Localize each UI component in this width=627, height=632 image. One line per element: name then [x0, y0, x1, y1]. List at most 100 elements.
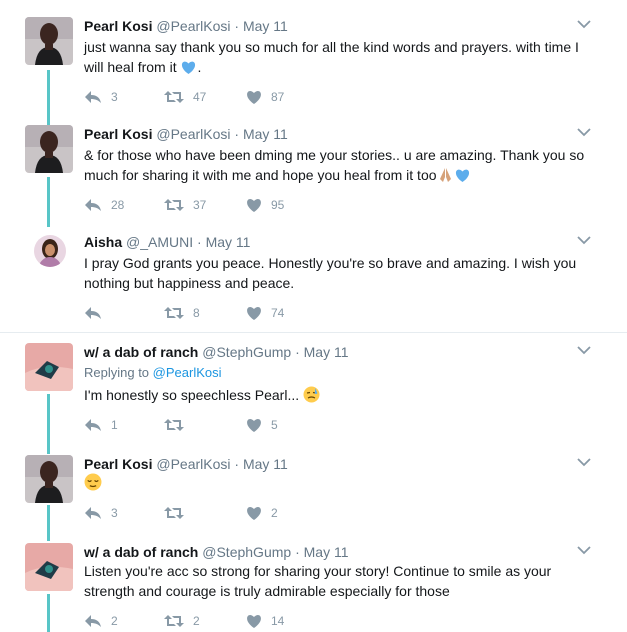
avatar[interactable]	[25, 455, 73, 503]
tweet[interactable]: w/ a dab of ranch @StephGump · May 11 Re…	[0, 343, 627, 443]
tweet-actions: 1 5	[84, 415, 384, 435]
retweet-button[interactable]	[164, 503, 193, 523]
retweet-button[interactable]: 2	[164, 611, 200, 631]
user-handle[interactable]: @StephGump	[202, 344, 291, 360]
user-handle[interactable]: @StephGump	[202, 544, 291, 560]
reply-button[interactable]: 2	[84, 611, 118, 631]
user-handle[interactable]: @PearlKosi	[156, 126, 230, 142]
tweet-header: Pearl Kosi @PearlKosi · May 11	[84, 18, 288, 34]
display-name[interactable]: Aisha	[84, 234, 122, 250]
tweet-text-content: I pray God grants you peace. Honestly yo…	[84, 255, 577, 291]
retweet-icon	[164, 507, 184, 519]
tweet[interactable]: w/ a dab of ranch @StephGump · May 11 Li…	[0, 543, 627, 632]
tweet[interactable]: Pearl Kosi @PearlKosi · May 11 & for tho…	[0, 125, 627, 225]
user-handle[interactable]: @_AMUNI	[126, 234, 193, 250]
avatar[interactable]	[34, 235, 66, 267]
tweet-text	[84, 473, 594, 493]
display-name[interactable]: Pearl Kosi	[84, 456, 152, 472]
heart-icon	[247, 91, 261, 104]
avatar[interactable]	[25, 543, 73, 591]
retweet-button[interactable]	[164, 415, 193, 435]
tweet[interactable]: Pearl Kosi @PearlKosi · May 11 3 2	[0, 455, 627, 535]
retweet-button[interactable]: 37	[164, 195, 206, 215]
retweet-count: 47	[193, 90, 207, 104]
reply-count: 28	[111, 198, 125, 212]
reply-button[interactable]: 3	[84, 87, 118, 107]
like-count: 95	[271, 198, 285, 212]
reply-icon	[85, 91, 101, 103]
like-button[interactable]: 74	[246, 303, 284, 323]
tweet-header: Pearl Kosi @PearlKosi · May 11	[84, 126, 288, 142]
like-button[interactable]: 5	[246, 415, 278, 435]
tweet-date[interactable]: May 11	[243, 126, 288, 142]
sad-relieved-face-icon	[303, 386, 320, 403]
reply-count: 3	[111, 506, 118, 520]
display-name[interactable]: w/ a dab of ranch	[84, 344, 198, 360]
praying-hands-icon	[439, 168, 451, 182]
tweet-date[interactable]: May 11	[304, 344, 349, 360]
chevron-down-icon[interactable]	[577, 457, 591, 467]
chevron-down-icon[interactable]	[577, 545, 591, 555]
user-handle[interactable]: @PearlKosi	[156, 18, 230, 34]
tweet-text: I pray God grants you peace. Honestly yo…	[84, 253, 594, 293]
chevron-down-icon[interactable]	[577, 345, 591, 355]
tweet-header: w/ a dab of ranch @StephGump · May 11	[84, 344, 349, 360]
retweet-button[interactable]: 8	[164, 303, 200, 323]
tweet-header: Pearl Kosi @PearlKosi · May 11	[84, 456, 288, 472]
reply-button[interactable]: 3	[84, 503, 118, 523]
heart-icon	[247, 419, 261, 432]
tweet-date[interactable]: May 11	[243, 18, 288, 34]
tweet[interactable]: Aisha @_AMUNI · May 11 I pray God grants…	[0, 233, 627, 328]
like-count: 5	[271, 418, 278, 432]
retweet-icon	[164, 91, 184, 103]
tweet-text-content: I'm honestly so speechless Pearl...	[84, 387, 300, 403]
reply-button[interactable]: 28	[84, 195, 124, 215]
separator-dot: ·	[295, 344, 300, 360]
reply-button[interactable]	[84, 303, 111, 323]
replying-to-link[interactable]: @PearlKosi	[153, 365, 222, 380]
tweet-text: & for those who have been dming me your …	[84, 145, 594, 185]
retweet-icon	[164, 419, 184, 431]
tweet-text-content: & for those who have been dming me your …	[84, 147, 585, 183]
like-button[interactable]: 14	[246, 611, 284, 631]
tweet-date[interactable]: May 11	[243, 456, 288, 472]
heart-icon	[247, 199, 261, 212]
like-button[interactable]: 2	[246, 503, 278, 523]
retweet-count: 8	[193, 306, 200, 320]
reply-button[interactable]: 1	[84, 415, 118, 435]
tweet-date[interactable]: May 11	[206, 234, 251, 250]
display-name[interactable]: Pearl Kosi	[84, 126, 152, 142]
blue-heart-icon	[455, 169, 469, 182]
chevron-down-icon[interactable]	[577, 127, 591, 137]
like-count: 2	[271, 506, 278, 520]
retweet-button[interactable]: 47	[164, 87, 206, 107]
heart-icon	[247, 307, 261, 320]
retweet-icon	[164, 199, 184, 211]
chevron-down-icon[interactable]	[577, 235, 591, 245]
tweet-header: Aisha @_AMUNI · May 11	[84, 234, 250, 250]
tweet-actions: 3 2	[84, 503, 384, 523]
tweet-actions: 28 37 95	[84, 195, 384, 215]
display-name[interactable]: Pearl Kosi	[84, 18, 152, 34]
reply-icon	[85, 615, 101, 627]
chevron-down-icon[interactable]	[577, 19, 591, 29]
tweet-text-content: Listen you're acc so strong for sharing …	[84, 563, 552, 599]
separator-dot: ·	[197, 234, 202, 250]
user-handle[interactable]: @PearlKosi	[156, 456, 230, 472]
separator-dot: ·	[234, 18, 240, 34]
tweet-text: I'm honestly so speechless Pearl...	[84, 385, 594, 405]
like-button[interactable]: 95	[246, 195, 284, 215]
display-name[interactable]: w/ a dab of ranch	[84, 544, 198, 560]
avatar[interactable]	[25, 125, 73, 173]
reply-count: 3	[111, 90, 118, 104]
tweet-date[interactable]: May 11	[304, 544, 349, 560]
tweet[interactable]: Pearl Kosi @PearlKosi · May 11 just wann…	[0, 17, 627, 117]
avatar[interactable]	[25, 343, 73, 391]
avatar[interactable]	[25, 17, 73, 65]
tweet-text-content: just wanna say thank you so much for all…	[84, 39, 579, 75]
retweet-icon	[164, 615, 184, 627]
like-button[interactable]: 87	[246, 87, 284, 107]
conversation-divider	[0, 332, 627, 333]
separator-dot: ·	[234, 126, 240, 142]
heart-icon	[247, 507, 261, 520]
